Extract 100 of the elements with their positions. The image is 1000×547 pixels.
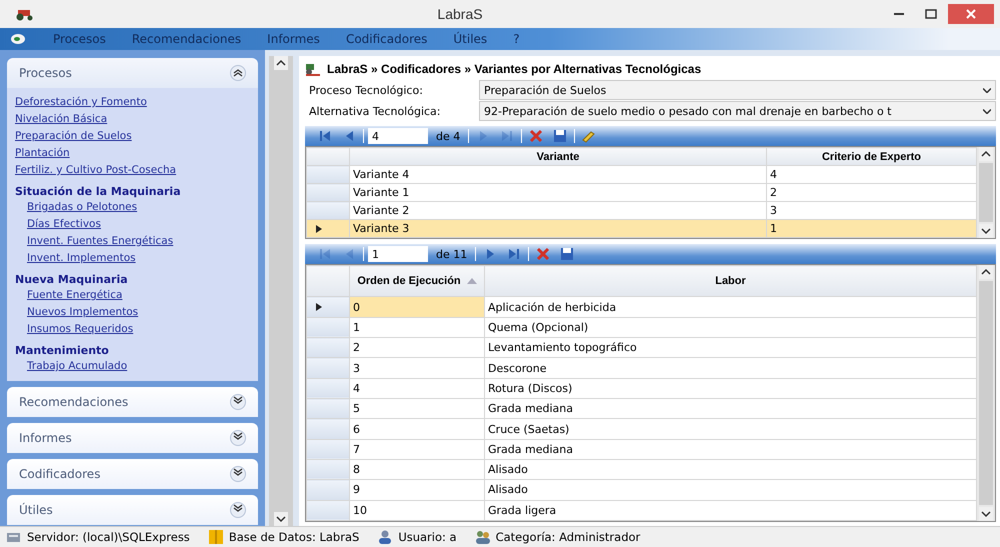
scroll-up-icon[interactable] [979, 147, 993, 161]
sidebar-link[interactable]: Días Efectivos [27, 216, 250, 233]
table-cell: 6 [350, 418, 484, 440]
field-label: Proceso Tecnológico: [308, 84, 424, 96]
table-cell: 7 [350, 439, 484, 460]
dropdown[interactable]: Preparación de Suelos [479, 80, 996, 100]
table-cell: Cruce (Saetas) [484, 418, 976, 440]
table-cell: Grada mediana [484, 398, 976, 419]
table-cell: Aplicación de herbicida [484, 296, 976, 318]
sidebar-link[interactable]: Brigadas o Pelotones [27, 199, 250, 216]
scroll-up-icon[interactable] [979, 265, 993, 279]
table-cell: 4 [350, 378, 484, 399]
table-cell: 0 [350, 296, 484, 318]
menu-item[interactable]: Codificadores [332, 32, 440, 46]
row-header[interactable] [306, 220, 350, 238]
table-cell: 4 [766, 166, 976, 184]
server-icon [6, 530, 22, 544]
status-text: Categoría: Administrador [496, 530, 640, 544]
leaf-icon[interactable] [10, 33, 26, 45]
table-cell: Alisado [484, 480, 976, 500]
row-header[interactable] [306, 296, 350, 318]
section-heading: Mantenimiento [15, 343, 110, 358]
table-cell: 3 [350, 358, 484, 378]
expand-icon[interactable] [230, 430, 246, 446]
close-button[interactable] [948, 4, 994, 24]
table-cell: Quema (Opcional) [484, 317, 976, 338]
status-text: Base de Datos: LabraS [228, 530, 360, 544]
table-cell: 1 [766, 220, 976, 238]
section-heading: Situación de la Maquinaria [15, 184, 182, 199]
table-cell: 9 [350, 480, 484, 500]
table-cell: Descorone [484, 358, 976, 378]
table-cell: Alisado [484, 459, 976, 480]
window-title: LabraS [436, 6, 484, 22]
sidebar-link[interactable]: Deforestación y Fomento [15, 94, 250, 111]
column-header[interactable]: Labor [484, 266, 976, 297]
table-cell: Grada ligera [484, 500, 976, 520]
table-cell: 5 [350, 398, 484, 419]
sidebar-link[interactable]: Fertiliz. y Cultivo Post-Cosecha [15, 162, 250, 179]
maximize-icon [925, 8, 937, 20]
sidebar-link[interactable]: Nuevos Implementos [27, 304, 250, 321]
table-cell: Variante 1 [350, 184, 766, 202]
section-heading: Nueva Maquinaria [15, 272, 129, 287]
tractor-icon [305, 62, 321, 76]
field-label: Alternativa Tecnológica: [308, 104, 442, 118]
table-cell: Variante 3 [350, 220, 766, 238]
sidebar-group-header[interactable]: Procesos [7, 58, 258, 88]
sidebar-group-header[interactable]: Útiles [7, 495, 258, 525]
scroll-up-icon[interactable] [274, 56, 288, 70]
sort-icon [466, 278, 477, 284]
breadcrumb: LabraS » Codificadores » Variantes por Alternativas Tecnológicas [327, 62, 702, 76]
database-icon [208, 530, 224, 544]
column-header[interactable]: Criterio de Experto [766, 148, 976, 166]
expand-icon[interactable] [230, 394, 246, 410]
sidebar-link[interactable]: Insumos Requeridos [27, 321, 250, 338]
scrollbar[interactable] [977, 265, 995, 521]
table-cell: 2 [766, 184, 976, 202]
close-icon [965, 8, 977, 20]
record-count: de 11 [435, 248, 468, 260]
scroll-down-icon[interactable] [274, 512, 288, 526]
sidebar-link[interactable]: Plantación [15, 145, 250, 162]
table-cell: Variante 4 [350, 166, 766, 184]
column-header[interactable]: Orden de Ejecución [350, 266, 484, 297]
sidebar-group-header[interactable]: Codificadores [7, 459, 258, 489]
table-cell: Levantamiento topográfico [484, 338, 976, 358]
sidebar-group-header[interactable]: Informes [7, 423, 258, 453]
scroll-down-icon[interactable] [979, 224, 993, 238]
table-cell: 1 [350, 317, 484, 338]
position-field[interactable]: 4 [368, 128, 428, 144]
position-field[interactable]: 1 [368, 246, 428, 262]
collapse-icon[interactable] [230, 65, 246, 81]
table-cell: 2 [350, 338, 484, 358]
scrollbar[interactable] [977, 147, 995, 238]
expand-icon[interactable] [230, 466, 246, 482]
dropdown[interactable]: 92-Preparación de suelo medio o pesado con mal drenaje en barbecho o t [479, 101, 996, 121]
table-cell: Grada mediana [484, 439, 976, 460]
user-icon [377, 530, 394, 544]
sidebar-group-header[interactable]: Recomendaciones [7, 387, 258, 417]
chevron-down-icon [983, 88, 991, 92]
menu-item[interactable]: Útiles [440, 32, 500, 46]
status-text: Servidor: (local)\SQLExpress [27, 530, 190, 544]
expand-icon[interactable] [230, 502, 246, 518]
column-header[interactable]: Variante [350, 148, 766, 166]
current-row-icon [315, 224, 323, 232]
scrollbar[interactable] [269, 56, 293, 526]
sidebar-link[interactable]: Fuente Energética [27, 287, 250, 304]
sidebar-link[interactable]: Trabajo Acumulado [27, 358, 250, 375]
record-count: de 4 [435, 130, 462, 142]
menu-item[interactable]: ? [500, 32, 533, 46]
scroll-down-icon[interactable] [979, 507, 993, 521]
table-cell: 10 [350, 500, 484, 520]
sidebar-link[interactable]: Invent. Fuentes Energéticas [27, 233, 250, 250]
table-cell: 8 [350, 459, 484, 480]
current-row-icon [315, 303, 323, 312]
sidebar-link[interactable]: Invent. Implementos [27, 250, 250, 267]
sidebar-link[interactable]: Nivelación Básica [15, 111, 250, 128]
minimize-icon [894, 13, 904, 15]
status-text: Usuario: a [398, 530, 457, 544]
sidebar-link[interactable]: Preparación de Suelos [15, 128, 250, 145]
table-cell: Rotura (Discos) [484, 378, 976, 399]
users-icon [474, 530, 491, 544]
